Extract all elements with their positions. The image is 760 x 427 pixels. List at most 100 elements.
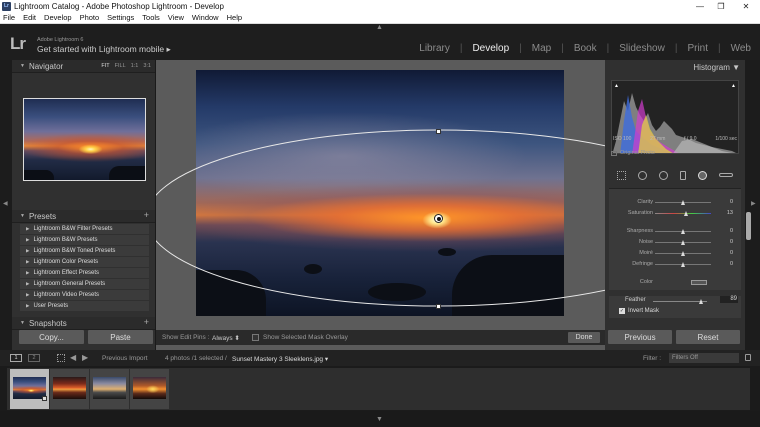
mask-overlay-checkbox[interactable] (252, 334, 259, 341)
adjustment-brush-icon[interactable] (719, 173, 733, 177)
radial-filter-ellipse[interactable] (156, 129, 605, 307)
module-library[interactable]: Library (419, 43, 450, 54)
zoom-3-1[interactable]: 3:1 (143, 63, 151, 69)
radial-filter-pin[interactable] (434, 214, 443, 223)
preset-folder[interactable]: ▶ Lightroom Effect Presets (20, 268, 149, 279)
add-preset-icon[interactable]: + (144, 210, 149, 220)
collapse-left-panel-icon[interactable]: ◀ (3, 200, 8, 207)
menu-develop[interactable]: Develop (44, 13, 72, 22)
original-photo-toggle[interactable]: Original Photo (611, 150, 655, 156)
menu-help[interactable]: Help (227, 13, 242, 22)
add-snapshot-icon[interactable]: + (144, 317, 149, 327)
slider-track[interactable] (655, 200, 711, 205)
slider-noise[interactable]: Noise 0 (609, 238, 741, 248)
menu-tools[interactable]: Tools (142, 13, 160, 22)
slider-value[interactable]: 13 (727, 210, 733, 216)
done-button[interactable]: Done (568, 332, 600, 343)
slider-value[interactable]: 0 (730, 199, 733, 205)
filmstrip-cell[interactable] (50, 369, 89, 409)
slider-track[interactable] (655, 251, 711, 256)
red-eye-icon[interactable] (659, 170, 668, 180)
slider-track[interactable] (655, 262, 711, 267)
maximize-button[interactable]: ❐ (709, 0, 733, 12)
invert-mask-toggle[interactable]: ✓ Invert Mask (619, 308, 659, 314)
crop-overlay-icon[interactable] (617, 170, 626, 180)
radial-filter-handle-top[interactable] (436, 129, 441, 134)
left-panel-gutter[interactable]: ◀ (0, 60, 12, 350)
main-window-button[interactable]: 1 (10, 354, 22, 362)
reset-button[interactable]: Reset (676, 330, 740, 344)
radial-filter-icon[interactable] (698, 170, 707, 180)
slider-track[interactable] (655, 240, 711, 245)
preset-folder[interactable]: ▶ Lightroom B&W Toned Presets (20, 246, 149, 257)
module-book[interactable]: Book (574, 43, 597, 54)
graduated-filter-icon[interactable] (680, 170, 686, 180)
menu-window[interactable]: Window (192, 13, 219, 22)
slider-track[interactable] (655, 229, 711, 234)
collapse-filmstrip-icon[interactable]: ▼ (376, 416, 383, 423)
slider-knob[interactable] (680, 262, 685, 267)
menu-settings[interactable]: Settings (107, 13, 134, 22)
slider-knob[interactable] (680, 229, 685, 234)
presets-header[interactable]: ▼ Presets + (12, 210, 155, 223)
show-edit-pins-select[interactable]: Always ⬍ (212, 334, 240, 342)
spot-removal-icon[interactable] (638, 170, 647, 180)
original-photo-checkbox[interactable] (611, 150, 617, 156)
forward-arrow-icon[interactable]: ▶ (82, 353, 88, 362)
shadow-clipping-icon[interactable]: ▲ (614, 83, 619, 89)
mobile-promo-link[interactable]: Get started with Lightroom mobile ▸ (37, 44, 171, 55)
slider-defringe[interactable]: Defringe 0 (609, 260, 741, 270)
slider-knob[interactable] (683, 211, 688, 216)
menu-file[interactable]: File (3, 13, 15, 22)
slider-knob[interactable] (680, 251, 685, 256)
feather-value[interactable]: 89 (720, 296, 738, 303)
filter-lock-icon[interactable] (745, 354, 751, 361)
color-swatch[interactable] (691, 280, 707, 285)
selected-filename[interactable]: Sunset Mastery 3 Sleeklens.jpg ▾ (232, 355, 328, 363)
preset-folder[interactable]: ▶ Lightroom Video Presets (20, 290, 149, 301)
collapse-top-panel-icon[interactable]: ▲ (376, 24, 383, 31)
grid-view-icon[interactable] (57, 354, 65, 362)
histogram-title[interactable]: Histogram ▼ (693, 63, 740, 72)
slider-value[interactable]: 0 (730, 261, 733, 267)
snapshots-header[interactable]: ▼ Snapshots + (12, 317, 155, 330)
slider-clarity[interactable]: Clarity 0 (609, 198, 741, 208)
filter-select[interactable]: Filters Off (669, 353, 739, 363)
highlight-clipping-icon[interactable]: ▲ (731, 83, 736, 89)
radial-filter-handle-bottom[interactable] (436, 304, 441, 309)
slider-value[interactable]: 0 (730, 239, 733, 245)
slider-saturation[interactable]: Saturation 13 (609, 209, 741, 219)
module-print[interactable]: Print (687, 43, 708, 54)
preset-folder[interactable]: ▶ User Presets (20, 301, 149, 312)
invert-mask-checkbox[interactable]: ✓ (619, 308, 625, 314)
module-slideshow[interactable]: Slideshow (619, 43, 665, 54)
preset-folder[interactable]: ▶ Lightroom Color Presets (20, 257, 149, 268)
module-map[interactable]: Map (532, 43, 551, 54)
zoom-fill[interactable]: FILL (115, 63, 126, 69)
previous-button[interactable]: Previous (608, 330, 672, 344)
zoom-fit[interactable]: FIT (101, 63, 109, 69)
menu-edit[interactable]: Edit (23, 13, 36, 22)
filmstrip-cell[interactable] (90, 369, 129, 409)
feather-slider-track[interactable] (653, 299, 707, 304)
close-button[interactable]: ✕ (734, 0, 758, 12)
zoom-1-1[interactable]: 1:1 (131, 63, 139, 69)
filmstrip-cell[interactable] (130, 369, 169, 409)
copy-settings-button[interactable]: Copy... (19, 330, 84, 344)
slider-value[interactable]: 0 (730, 250, 733, 256)
slider-value[interactable]: 0 (730, 228, 733, 234)
second-window-button[interactable]: 2 (28, 354, 40, 362)
navigator-preview[interactable] (23, 98, 146, 181)
right-panel-gutter[interactable]: ▶ (745, 60, 760, 350)
module-develop[interactable]: Develop (472, 43, 509, 54)
histogram[interactable]: ▲ ▲ (611, 80, 739, 154)
preset-folder[interactable]: ▶ Lightroom General Presets (20, 279, 149, 290)
feather-slider-knob[interactable] (698, 299, 703, 304)
slider-knob[interactable] (680, 240, 685, 245)
radial-filter-overlay[interactable] (156, 60, 605, 350)
slider-sharpness[interactable]: Sharpness 0 (609, 227, 741, 237)
slider-track[interactable] (655, 211, 711, 216)
menu-photo[interactable]: Photo (80, 13, 100, 22)
module-web[interactable]: Web (731, 43, 751, 54)
right-panel-scrollbar[interactable] (746, 212, 751, 240)
